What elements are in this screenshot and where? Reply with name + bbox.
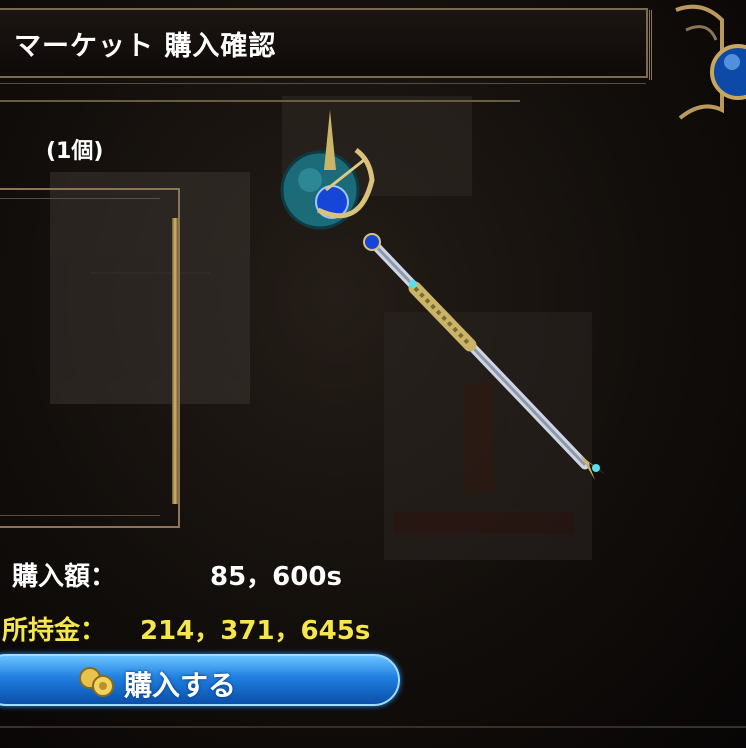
coins-icon (79, 667, 114, 697)
staff-icon (280, 110, 606, 480)
corner-orb-icon (675, 4, 746, 120)
money-value: 214，371，645s (140, 616, 371, 646)
ornament-icon (619, 10, 652, 80)
divider (0, 726, 746, 728)
header-bar: マーケット 購入確認 (0, 8, 652, 84)
page-title: マーケット 購入確認 (14, 31, 277, 62)
buy-button[interactable]: 購入する (0, 654, 400, 706)
buy-button-label: 購入する (124, 669, 237, 702)
price-label: 購入額： (12, 562, 117, 592)
money-label: 所持金： (2, 616, 107, 646)
divider (0, 100, 520, 102)
scrollbar[interactable] (172, 218, 178, 504)
item-quantity: (1個) (46, 139, 104, 164)
price-value: 85，600s (210, 562, 342, 592)
item-detail-panel (0, 188, 180, 528)
